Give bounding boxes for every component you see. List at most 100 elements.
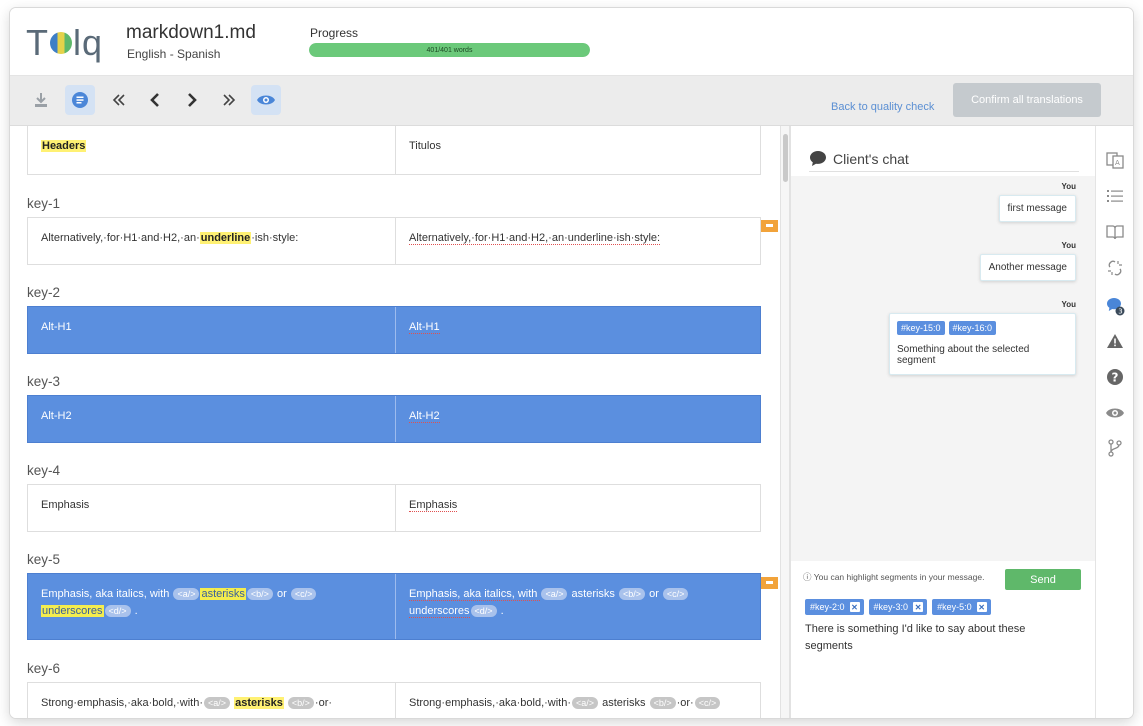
- target-text: Alt-H1: [409, 321, 440, 334]
- segment-source[interactable]: Strong·emphasis,·aka·bold,·with· <a/> ast…: [28, 683, 395, 718]
- app-window: Tlq markdown1.md English - Spanish Progr…: [10, 8, 1133, 718]
- send-button[interactable]: Send: [1005, 569, 1081, 590]
- target-text: Alt-H2: [409, 410, 440, 423]
- segment-chip[interactable]: #key-5:0 ✕: [932, 599, 991, 615]
- list-icon[interactable]: [1105, 186, 1125, 206]
- source-text: ·or·: [314, 697, 333, 709]
- translate-icon[interactable]: A: [1105, 150, 1125, 170]
- help-icon[interactable]: ?: [1105, 367, 1125, 387]
- segment-target[interactable]: Strong·emphasis,·aka·bold,·with· <a/> ast…: [395, 683, 761, 718]
- segment-chip[interactable]: #key-3:0 ✕: [868, 599, 928, 615]
- source-text: ·ish·style:: [251, 232, 299, 244]
- list-icon[interactable]: [65, 85, 95, 115]
- inline-tag[interactable]: <c/>: [290, 588, 317, 600]
- unlink-icon[interactable]: [1105, 258, 1125, 278]
- progress-text: 401/401 words: [426, 46, 473, 54]
- tolq-logo: Tlq: [26, 22, 104, 63]
- comment-flag-icon[interactable]: [761, 220, 778, 232]
- segment-row[interactable]: Alternatively,·for·H1·and·H2,·an·underli…: [27, 217, 761, 265]
- segment-target[interactable]: Emphasis: [395, 485, 761, 531]
- right-sidebar: A 3 ?: [1095, 126, 1133, 718]
- comment-flag-icon[interactable]: [761, 577, 778, 589]
- inline-tag[interactable]: <b/>: [287, 697, 314, 709]
- remove-chip-icon[interactable]: ✕: [913, 602, 924, 612]
- inline-tag[interactable]: <c/>: [694, 697, 721, 709]
- progress-bar: 401/401 words: [309, 43, 590, 57]
- inline-tag[interactable]: <b/>: [618, 588, 646, 600]
- inline-tag[interactable]: <a/>: [204, 697, 231, 709]
- chat-message: Another message: [979, 254, 1076, 281]
- remove-chip-icon[interactable]: ✕: [849, 602, 860, 612]
- chat-icon[interactable]: 3: [1105, 296, 1125, 316]
- segment-target[interactable]: Alternatively,·for·H1·and·H2,·an·underli…: [395, 218, 761, 264]
- source-text: Alternatively,·for·H1·and·H2,·an·: [41, 232, 200, 244]
- target-text: Emphasis: [409, 499, 458, 512]
- target-text: underscores: [409, 605, 470, 618]
- segment-row-selected[interactable]: Alt-H2 Alt-H2: [27, 395, 761, 443]
- inline-tag[interactable]: <d/>: [104, 605, 131, 617]
- segment-source[interactable]: Alternatively,·for·H1·and·H2,·an·underli…: [28, 218, 395, 264]
- message-author: You: [1061, 182, 1076, 191]
- inline-tag[interactable]: <c/>: [662, 588, 689, 600]
- chat-hint: ⓘ You can highlight segments in your mes…: [803, 571, 984, 583]
- segment-row-selected[interactable]: Emphasis, aka italics, with <a/> asterisk…: [27, 573, 761, 640]
- inline-tag[interactable]: <d/>: [470, 605, 497, 617]
- segment-chip[interactable]: #key-2:0 ✕: [805, 599, 864, 615]
- target-text: Emphasis, aka italics, with: [409, 588, 541, 601]
- book-icon[interactable]: [1105, 222, 1125, 242]
- segment-target[interactable]: Alt-H1: [395, 307, 761, 353]
- chip-label: #key-3:0: [873, 602, 909, 612]
- segment-row[interactable]: Emphasis Emphasis: [27, 484, 761, 532]
- chat-input[interactable]: There is something I'd like to say about…: [805, 621, 1075, 655]
- last-icon[interactable]: [214, 85, 244, 115]
- branch-icon[interactable]: [1105, 438, 1125, 458]
- chat-header: Client's chat: [809, 146, 1079, 172]
- svg-text:A: A: [1115, 159, 1120, 167]
- segment-key: key-5: [27, 552, 61, 567]
- segment-row[interactable]: Strong·emphasis,·aka·bold,·with· <a/> ast…: [27, 682, 761, 718]
- inline-tag[interactable]: <a/>: [541, 588, 568, 600]
- message-text: Something about the selected segment: [897, 344, 1030, 366]
- confirm-all-button[interactable]: Confirm all translations: [953, 83, 1101, 117]
- segment-reference-tag[interactable]: #key-16:0: [948, 321, 997, 335]
- back-to-quality-check-link[interactable]: Back to quality check: [831, 101, 934, 113]
- segment-target[interactable]: Emphasis, aka italics, with <a/> asteris…: [395, 574, 761, 639]
- segment-key: key-3: [27, 374, 61, 389]
- segment-reference-tag[interactable]: #key-15:0: [897, 321, 945, 335]
- prev-icon[interactable]: [140, 85, 170, 115]
- highlighted-term: underscores: [41, 605, 104, 617]
- inline-tag[interactable]: <b/>: [246, 588, 273, 600]
- first-icon[interactable]: [104, 85, 134, 115]
- segment-source[interactable]: Alt-H2: [28, 396, 395, 442]
- segment-key: key-6: [27, 661, 61, 676]
- target-text: .: [497, 605, 504, 617]
- chip-label: #key-5:0: [937, 602, 972, 612]
- segment-source[interactable]: Emphasis: [28, 485, 395, 531]
- inline-tag[interactable]: <a/>: [572, 697, 599, 709]
- download-icon[interactable]: [26, 85, 56, 115]
- progress-fill: 401/401 words: [309, 43, 590, 57]
- highlighted-term: underline: [199, 232, 252, 244]
- inline-tag[interactable]: <b/>: [649, 697, 676, 709]
- segment-row-selected[interactable]: Alt-H1 Alt-H1: [27, 306, 761, 354]
- chat-panel: Client's chat You first message You Anot…: [790, 126, 1095, 718]
- target-text: or: [646, 588, 662, 600]
- highlighted-term: asterisks: [234, 697, 284, 709]
- eye-icon[interactable]: [1105, 403, 1125, 423]
- chat-message: first message: [998, 195, 1076, 222]
- message-author: You: [1061, 300, 1076, 309]
- segment-row[interactable]: Headers Titulos: [27, 126, 761, 175]
- inline-tag[interactable]: <a/>: [173, 588, 200, 600]
- next-icon[interactable]: [177, 85, 207, 115]
- editor-scrollbar[interactable]: [780, 126, 790, 718]
- segment-source[interactable]: Headers: [28, 126, 395, 174]
- segment-target[interactable]: Alt-H2: [395, 396, 761, 442]
- segment-source[interactable]: Alt-H1: [28, 307, 395, 353]
- source-text: Strong·emphasis,·aka·bold,·with·: [41, 697, 204, 709]
- warning-icon[interactable]: [1105, 331, 1125, 351]
- segment-source[interactable]: Emphasis, aka italics, with <a/> asterisk…: [28, 574, 395, 639]
- eye-icon[interactable]: [251, 85, 281, 115]
- segment-target[interactable]: Titulos: [395, 126, 761, 174]
- remove-chip-icon[interactable]: ✕: [976, 602, 987, 612]
- scrollbar-thumb[interactable]: [783, 134, 788, 182]
